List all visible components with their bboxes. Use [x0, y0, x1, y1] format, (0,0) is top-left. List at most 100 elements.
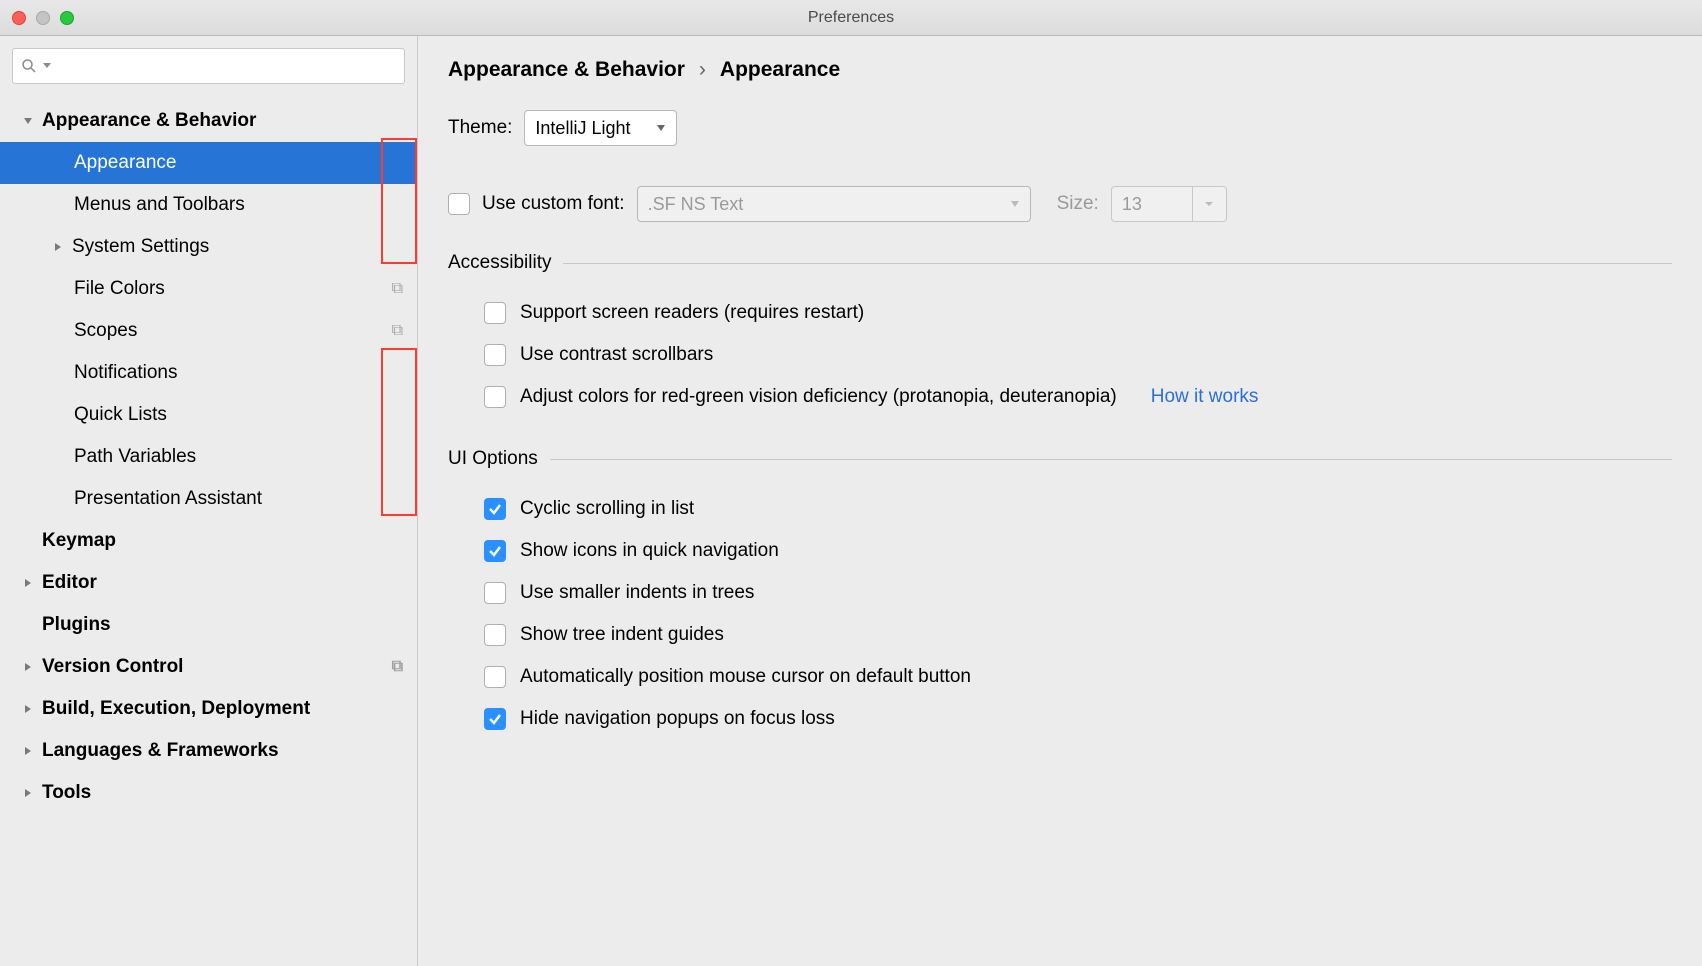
sidebar-item-version-control[interactable]: Version Control ⧉	[0, 646, 417, 688]
breadcrumb-current: Appearance	[720, 58, 840, 82]
chevron-down-icon	[656, 123, 666, 133]
screen-readers-row: Support screen readers (requires restart…	[448, 292, 1672, 334]
check-label: Use smaller indents in trees	[520, 582, 754, 604]
sidebar-item-label: File Colors	[74, 278, 165, 300]
accessibility-section-title: Accessibility	[448, 252, 1672, 274]
expand-icon	[22, 115, 34, 127]
sidebar-item-file-colors[interactable]: File Colors ⧉	[0, 268, 417, 310]
sidebar-tree: Appearance & Behavior Appearance Menus a…	[0, 96, 417, 814]
check-label: Use contrast scrollbars	[520, 344, 713, 366]
size-label: Size:	[1057, 193, 1099, 215]
contrast-scrollbars-checkbox[interactable]	[484, 344, 506, 366]
check-label: Hide navigation popups on focus loss	[520, 708, 835, 730]
sidebar-item-scopes[interactable]: Scopes ⧉	[0, 310, 417, 352]
sidebar-item-label: Quick Lists	[74, 404, 167, 426]
divider	[563, 263, 1672, 264]
sidebar-item-lang-frameworks[interactable]: Languages & Frameworks	[0, 730, 417, 772]
expand-icon	[22, 661, 34, 673]
tree-guides-checkbox[interactable]	[484, 624, 506, 646]
check-label: Cyclic scrolling in list	[520, 498, 694, 520]
cyclic-scrolling-row: Cyclic scrolling in list	[448, 488, 1672, 530]
expand-icon	[22, 703, 34, 715]
sidebar-item-path-variables[interactable]: Path Variables	[0, 436, 417, 478]
chevron-down-icon	[1010, 199, 1020, 209]
sidebar-item-label: Appearance & Behavior	[42, 110, 256, 132]
adjust-colors-row: Adjust colors for red-green vision defic…	[448, 376, 1672, 418]
auto-cursor-checkbox[interactable]	[484, 666, 506, 688]
sidebar-item-label: Presentation Assistant	[74, 488, 262, 510]
check-label: Automatically position mouse cursor on d…	[520, 666, 971, 688]
custom-font-label: Use custom font:	[482, 193, 625, 215]
sidebar-item-label: Menus and Toolbars	[74, 194, 245, 216]
check-label: Adjust colors for red-green vision defic…	[520, 386, 1117, 408]
expand-icon	[22, 787, 34, 799]
sidebar-item-label: Version Control	[42, 656, 183, 678]
sidebar-item-appearance-behavior[interactable]: Appearance & Behavior	[0, 100, 417, 142]
sidebar-item-menus-toolbars[interactable]: Menus and Toolbars	[0, 184, 417, 226]
divider	[550, 459, 1672, 460]
search-container	[0, 36, 417, 96]
sidebar-item-plugins[interactable]: Plugins	[0, 604, 417, 646]
sidebar-item-editor[interactable]: Editor	[0, 562, 417, 604]
breadcrumb-parent: Appearance & Behavior	[448, 58, 685, 82]
search-input[interactable]	[57, 57, 396, 75]
cyclic-scrolling-checkbox[interactable]	[484, 498, 506, 520]
expand-icon	[22, 745, 34, 757]
sidebar-item-presentation-assistant[interactable]: Presentation Assistant	[0, 478, 417, 520]
how-it-works-link[interactable]: How it works	[1151, 386, 1259, 408]
project-icon: ⧉	[392, 322, 403, 340]
custom-font-row: Use custom font: .SF NS Text Size: 13	[448, 186, 1672, 222]
titlebar: Preferences	[0, 0, 1702, 36]
theme-row: Theme: IntelliJ Light	[448, 110, 1672, 146]
project-icon: ⧉	[392, 658, 403, 676]
expand-icon	[22, 577, 34, 589]
size-input[interactable]: 13	[1111, 186, 1193, 222]
show-icons-row: Show icons in quick navigation	[448, 530, 1672, 572]
sidebar-item-build-exec-deploy[interactable]: Build, Execution, Deployment	[0, 688, 417, 730]
theme-label: Theme:	[448, 117, 512, 139]
tree-guides-row: Show tree indent guides	[448, 614, 1672, 656]
custom-font-value: .SF NS Text	[648, 194, 744, 215]
close-button[interactable]	[12, 11, 26, 25]
size-stepper[interactable]	[1193, 186, 1227, 222]
screen-readers-checkbox[interactable]	[484, 302, 506, 324]
chevron-down-icon	[1204, 201, 1214, 207]
search-box[interactable]	[12, 48, 405, 84]
expand-icon	[52, 241, 64, 253]
main-layout: Appearance & Behavior Appearance Menus a…	[0, 36, 1702, 966]
window-title: Preferences	[808, 9, 894, 27]
maximize-button[interactable]	[60, 11, 74, 25]
sidebar-item-label: Plugins	[42, 614, 111, 636]
sidebar-item-notifications[interactable]: Notifications	[0, 352, 417, 394]
custom-font-select[interactable]: .SF NS Text	[637, 186, 1031, 222]
sidebar-item-quick-lists[interactable]: Quick Lists	[0, 394, 417, 436]
hide-popups-checkbox[interactable]	[484, 708, 506, 730]
check-label: Show icons in quick navigation	[520, 540, 779, 562]
project-icon: ⧉	[392, 280, 403, 298]
minimize-button[interactable]	[36, 11, 50, 25]
theme-value: IntelliJ Light	[535, 118, 630, 139]
chevron-right-icon: ›	[699, 58, 706, 82]
sidebar-item-label: Languages & Frameworks	[42, 740, 279, 762]
sidebar-item-label: Notifications	[74, 362, 178, 384]
auto-cursor-row: Automatically position mouse cursor on d…	[448, 656, 1672, 698]
smaller-indents-checkbox[interactable]	[484, 582, 506, 604]
sidebar-item-label: Tools	[42, 782, 91, 804]
contrast-scrollbars-row: Use contrast scrollbars	[448, 334, 1672, 376]
check-label: Show tree indent guides	[520, 624, 724, 646]
sidebar-item-tools[interactable]: Tools	[0, 772, 417, 814]
sidebar-item-label: System Settings	[72, 236, 209, 258]
theme-select[interactable]: IntelliJ Light	[524, 110, 677, 146]
show-icons-checkbox[interactable]	[484, 540, 506, 562]
sidebar-item-label: Build, Execution, Deployment	[42, 698, 310, 720]
dropdown-icon	[43, 63, 51, 69]
check-label: Support screen readers (requires restart…	[520, 302, 864, 324]
use-custom-font-checkbox[interactable]	[448, 193, 470, 215]
sidebar-item-appearance[interactable]: Appearance	[0, 142, 417, 184]
adjust-colors-checkbox[interactable]	[484, 386, 506, 408]
search-icon	[21, 58, 37, 74]
sidebar-item-system-settings[interactable]: System Settings	[0, 226, 417, 268]
sidebar-item-label: Keymap	[42, 530, 116, 552]
content-panel: Appearance & Behavior › Appearance Theme…	[418, 36, 1702, 966]
sidebar-item-keymap[interactable]: Keymap	[0, 520, 417, 562]
